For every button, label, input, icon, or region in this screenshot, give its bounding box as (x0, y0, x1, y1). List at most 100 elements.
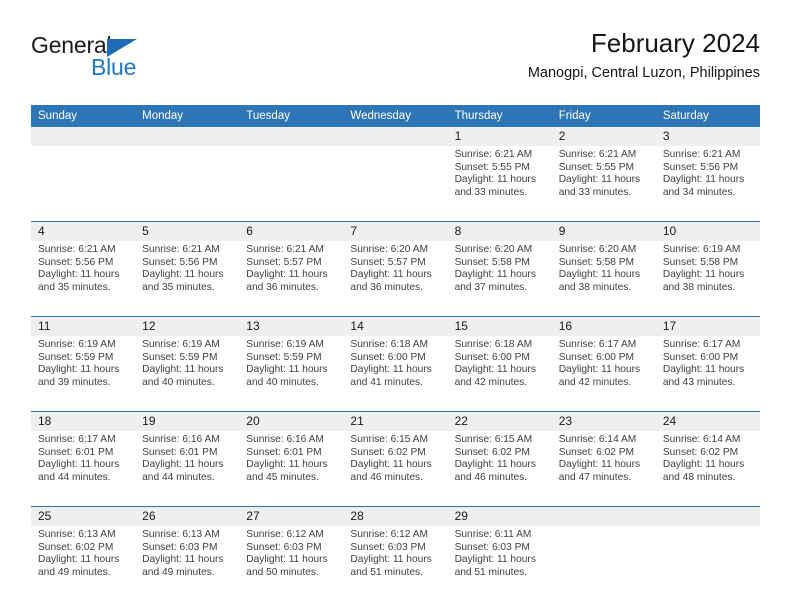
week-date-row: 18 19 20 21 22 23 24 (31, 411, 760, 431)
day-number[interactable]: 13 (239, 316, 344, 336)
day-cell[interactable]: Sunrise: 6:14 AM Sunset: 6:02 PM Daylight:… (551, 431, 656, 507)
day-number[interactable]: 1 (447, 127, 552, 146)
day-detail-line: Sunset: 6:02 PM (350, 446, 426, 458)
day-detail-line: and 41 minutes. (350, 376, 423, 388)
day-cell[interactable]: Sunrise: 6:19 AM Sunset: 5:58 PM Daylight:… (655, 241, 760, 317)
day-cell[interactable]: Sunrise: 6:20 AM Sunset: 5:57 PM Daylight:… (343, 241, 448, 317)
day-number[interactable]: 7 (343, 221, 448, 241)
day-number[interactable]: 9 (551, 221, 656, 241)
day-number[interactable]: 27 (239, 506, 344, 526)
day-cell[interactable]: Sunrise: 6:18 AM Sunset: 6:00 PM Daylight:… (343, 336, 448, 412)
day-cell[interactable]: Sunrise: 6:21 AM Sunset: 5:56 PM Daylight:… (135, 241, 240, 317)
day-detail-line: Sunset: 5:56 PM (38, 256, 114, 268)
day-number[interactable]: 11 (31, 316, 136, 336)
day-cell[interactable]: Sunrise: 6:17 AM Sunset: 6:00 PM Daylight:… (551, 336, 656, 412)
day-cell[interactable]: Sunrise: 6:13 AM Sunset: 6:03 PM Daylight:… (135, 526, 240, 601)
day-detail-line: Sunrise: 6:21 AM (142, 244, 220, 255)
day-cell[interactable]: Sunrise: 6:18 AM Sunset: 6:00 PM Daylight:… (447, 336, 552, 412)
day-detail-line: Sunrise: 6:19 AM (662, 244, 741, 255)
day-cell[interactable]: Sunrise: 6:21 AM Sunset: 5:56 PM Daylight:… (655, 146, 760, 222)
week-date-row: 11 12 13 14 15 16 17 (31, 316, 760, 336)
day-cell[interactable]: Sunrise: 6:15 AM Sunset: 6:02 PM Daylight:… (447, 431, 552, 507)
day-detail-line: and 38 minutes. (662, 281, 736, 293)
day-number[interactable]: 14 (343, 316, 448, 336)
day-detail-line: Sunrise: 6:19 AM (142, 339, 220, 350)
weekday-header-monday: Monday (135, 105, 240, 127)
empty-day-number (343, 127, 448, 146)
day-number[interactable]: 22 (447, 411, 552, 431)
day-number[interactable]: 25 (31, 506, 136, 526)
day-number[interactable]: 21 (343, 411, 448, 431)
day-detail-line: Daylight: 11 hours (142, 364, 224, 376)
day-detail-line: Sunrise: 6:14 AM (662, 434, 741, 445)
day-detail-line: and 48 minutes. (662, 471, 736, 483)
day-cell[interactable]: Sunrise: 6:16 AM Sunset: 6:01 PM Daylight:… (239, 431, 344, 507)
day-number[interactable]: 8 (447, 221, 552, 241)
empty-day-cell (551, 526, 656, 601)
day-detail-line: Sunrise: 6:21 AM (38, 244, 116, 255)
day-number[interactable]: 4 (31, 221, 136, 241)
day-detail-line: and 40 minutes. (142, 376, 215, 388)
week-date-row: 123 (31, 127, 760, 146)
day-cell[interactable]: Sunrise: 6:13 AM Sunset: 6:02 PM Daylight:… (31, 526, 136, 601)
day-number[interactable]: 2 (551, 127, 656, 146)
day-cell[interactable]: Sunrise: 6:21 AM Sunset: 5:55 PM Daylight:… (447, 146, 552, 222)
day-cell[interactable]: Sunrise: 6:12 AM Sunset: 6:03 PM Daylight:… (239, 526, 344, 601)
day-number[interactable]: 19 (135, 411, 240, 431)
empty-day-cell (655, 526, 760, 601)
day-detail-line: Sunset: 5:58 PM (558, 256, 635, 268)
day-number[interactable]: 29 (447, 506, 552, 526)
day-detail-line: Sunset: 6:03 PM (142, 541, 218, 553)
day-cell[interactable]: Sunrise: 6:17 AM Sunset: 6:01 PM Daylight:… (31, 431, 136, 507)
empty-day-number (239, 127, 344, 146)
day-cell[interactable]: Sunrise: 6:20 AM Sunset: 5:58 PM Daylight:… (447, 241, 552, 317)
day-detail-line: Sunrise: 6:20 AM (558, 244, 637, 255)
day-number[interactable]: 15 (447, 316, 552, 336)
day-detail-line: Sunset: 6:02 PM (662, 446, 739, 458)
day-number[interactable]: 5 (135, 221, 240, 241)
day-cell[interactable]: Sunrise: 6:14 AM Sunset: 6:02 PM Daylight:… (655, 431, 760, 507)
day-number[interactable]: 28 (343, 506, 448, 526)
day-number[interactable]: 20 (239, 411, 344, 431)
day-cell[interactable]: Sunrise: 6:19 AM Sunset: 5:59 PM Daylight:… (31, 336, 136, 412)
day-detail-line: Sunset: 6:02 PM (38, 541, 114, 553)
day-detail-line: Sunset: 5:56 PM (142, 256, 218, 268)
day-detail-line: Daylight: 11 hours (38, 269, 120, 281)
day-detail-line: Daylight: 11 hours (246, 269, 328, 281)
day-cell[interactable]: Sunrise: 6:21 AM Sunset: 5:57 PM Daylight:… (239, 241, 344, 317)
day-cell[interactable]: Sunrise: 6:19 AM Sunset: 5:59 PM Daylight:… (239, 336, 344, 412)
day-number[interactable]: 26 (135, 506, 240, 526)
day-cell[interactable]: Sunrise: 6:21 AM Sunset: 5:55 PM Daylight:… (551, 146, 656, 222)
day-detail-line: and 51 minutes. (350, 566, 423, 578)
weekday-header-saturday: Saturday (655, 105, 760, 127)
empty-day-cell (31, 146, 136, 222)
empty-day-number (31, 127, 136, 146)
day-number[interactable]: 17 (655, 316, 760, 336)
day-number[interactable]: 23 (551, 411, 656, 431)
day-cell[interactable]: Sunrise: 6:11 AM Sunset: 6:03 PM Daylight:… (447, 526, 552, 601)
day-number[interactable]: 12 (135, 316, 240, 336)
day-number[interactable]: 16 (551, 316, 656, 336)
calendar-header-row: Sunday Monday Tuesday Wednesday Thursday Frid… (31, 105, 760, 127)
day-cell[interactable]: Sunrise: 6:19 AM Sunset: 5:59 PM Daylight:… (135, 336, 240, 412)
day-detail-line: Daylight: 11 hours (38, 364, 120, 376)
day-number[interactable]: 3 (655, 127, 760, 146)
day-number[interactable]: 24 (655, 411, 760, 431)
day-number[interactable]: 6 (239, 221, 344, 241)
day-number[interactable]: 10 (655, 221, 760, 241)
day-detail-line: Sunrise: 6:13 AM (38, 529, 116, 540)
day-detail-line: Sunrise: 6:17 AM (662, 339, 741, 350)
day-cell[interactable]: Sunrise: 6:17 AM Sunset: 6:00 PM Daylight:… (655, 336, 760, 412)
day-detail-line: Daylight: 11 hours (38, 554, 120, 566)
day-cell[interactable]: Sunrise: 6:16 AM Sunset: 6:01 PM Daylight:… (135, 431, 240, 507)
day-number[interactable]: 18 (31, 411, 136, 431)
day-cell[interactable]: Sunrise: 6:20 AM Sunset: 5:58 PM Daylight:… (551, 241, 656, 317)
day-detail-line: Sunset: 5:57 PM (246, 256, 322, 268)
day-detail-line: and 46 minutes. (454, 471, 528, 483)
day-cell[interactable]: Sunrise: 6:21 AM Sunset: 5:56 PM Daylight:… (31, 241, 136, 317)
day-detail-line: and 38 minutes. (558, 281, 632, 293)
day-detail-line: Sunset: 5:55 PM (454, 161, 530, 173)
day-detail-line: Sunset: 6:03 PM (246, 541, 322, 553)
day-cell[interactable]: Sunrise: 6:12 AM Sunset: 6:03 PM Daylight:… (343, 526, 448, 601)
day-cell[interactable]: Sunrise: 6:15 AM Sunset: 6:02 PM Daylight:… (343, 431, 448, 507)
